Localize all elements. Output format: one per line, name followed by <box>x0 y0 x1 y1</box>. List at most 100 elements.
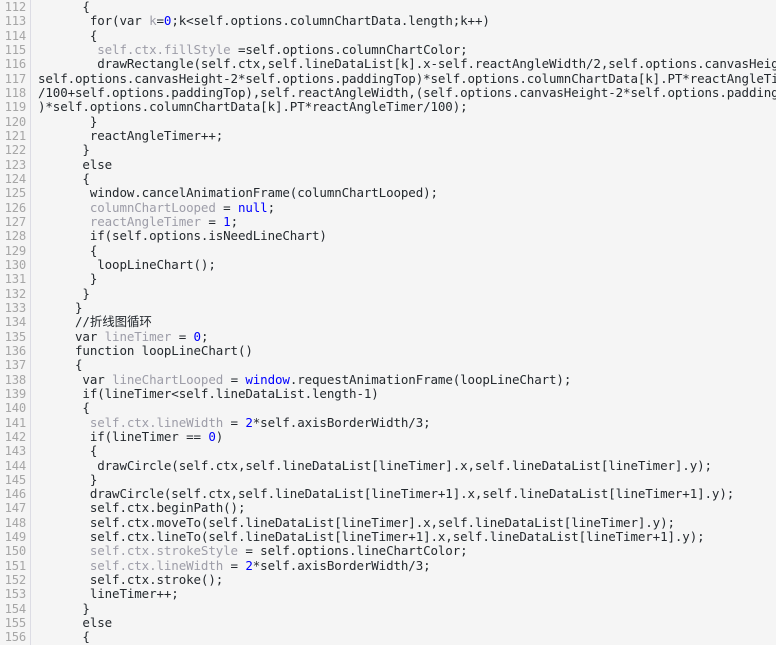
code-token: self.ctx.lineWidth <box>38 557 231 573</box>
code-token: } <box>38 271 98 287</box>
code-line[interactable]: else <box>32 157 776 172</box>
code-line[interactable]: self.ctx.moveTo(self.lineDataList[lineTi… <box>32 515 776 530</box>
code-line[interactable]: } <box>32 285 776 301</box>
code-line[interactable]: columnChartLooped = null; <box>32 199 776 215</box>
code-token: reactAngleTimer++; <box>38 127 224 143</box>
code-line[interactable]: if(self.options.isNeedLineChart) <box>32 229 776 243</box>
code-token: self.ctx.fillStyle <box>38 41 238 57</box>
code-token: /100+self.options.paddingTop),self.react… <box>38 84 776 100</box>
code-token: )*self.options.columnChartData[k].PT*rea… <box>38 99 468 115</box>
code-viewer[interactable]: 112 113 114 115 116 117 118 119 120 121 122 123 124 1… <box>0 0 776 645</box>
code-line[interactable]: //折线图循环 <box>32 315 776 329</box>
code-token: function loopLineChart() <box>38 342 253 358</box>
code-line[interactable]: else <box>32 615 776 630</box>
code-line[interactable]: function loopLineChart() <box>32 342 776 358</box>
code-line[interactable]: window.cancelAnimationFrame(columnChartL… <box>32 186 776 200</box>
code-token: k <box>149 13 157 29</box>
code-token: } <box>38 600 90 616</box>
code-line[interactable]: if(lineTimer == 0) <box>32 428 776 444</box>
line-number: 113 <box>4 14 27 29</box>
line-number: 148 <box>4 515 27 530</box>
code-line[interactable]: var lineTimer = 0; <box>32 328 776 344</box>
code-line[interactable]: { <box>32 401 776 415</box>
line-number: 144 <box>4 458 27 473</box>
code-line[interactable]: if(lineTimer<self.lineDataList.length-1) <box>32 386 776 401</box>
code-line[interactable]: } <box>32 143 776 157</box>
line-number: 154 <box>4 601 27 616</box>
code-line-wrapped[interactable]: )*self.options.columnChartData[k].PT*rea… <box>32 100 776 114</box>
line-number: 125 <box>4 186 27 201</box>
line-number: 149 <box>4 530 27 545</box>
line-number: 126 <box>4 200 27 215</box>
code-token: { <box>38 170 90 186</box>
code-token: var <box>38 328 105 344</box>
line-number: 114 <box>4 28 27 43</box>
code-line[interactable]: { <box>32 358 776 372</box>
code-content-area[interactable]: { for(var k=0;k<self.options.columnChart… <box>32 0 776 645</box>
code-line[interactable]: reactAngleTimer = 1; <box>32 213 776 229</box>
code-token: 2 <box>245 414 253 430</box>
code-line[interactable]: for(var k=0;k<self.options.columnChartDa… <box>32 14 776 28</box>
code-line[interactable]: { <box>32 0 776 14</box>
code-token: = <box>178 328 194 344</box>
code-token: //折线图循环 <box>38 314 152 330</box>
line-number: 123 <box>4 157 27 172</box>
code-line[interactable]: self.ctx.beginPath(); <box>32 501 776 515</box>
code-line[interactable]: } <box>32 472 776 487</box>
code-token: { <box>38 400 90 416</box>
code-line[interactable]: { <box>32 630 776 644</box>
code-token: { <box>38 357 83 373</box>
code-line[interactable]: drawCircle(self.ctx,self.lineDataList[li… <box>32 458 776 473</box>
code-line[interactable]: self.ctx.strokeStyle = self.options.line… <box>32 544 776 558</box>
code-token: 2 <box>245 557 253 573</box>
code-line[interactable]: loopLineChart(); <box>32 257 776 272</box>
code-line[interactable]: } <box>32 299 776 315</box>
code-token: { <box>38 0 90 14</box>
line-number: 142 <box>4 429 27 444</box>
code-token: if(self.options.isNeedLineChart) <box>38 228 327 244</box>
code-line[interactable]: { <box>32 242 776 258</box>
line-number: 141 <box>4 415 27 430</box>
code-token: } <box>38 285 90 301</box>
code-token: { <box>38 27 98 43</box>
code-token: if(lineTimer == <box>38 428 209 444</box>
code-line[interactable]: { <box>32 27 776 43</box>
code-line-wrapped[interactable]: self.options.canvasHeight-2*self.options… <box>32 71 776 86</box>
line-number: 112 <box>4 0 27 14</box>
line-number: 119 <box>4 100 27 115</box>
code-token: self.ctx.strokeStyle <box>38 543 246 559</box>
code-line-wrapped[interactable]: /100+self.options.paddingTop),self.react… <box>32 84 776 100</box>
line-number: 137 <box>4 358 27 373</box>
code-token: } <box>38 299 83 315</box>
code-line[interactable]: lineTimer++; <box>32 587 776 601</box>
line-number: 147 <box>4 501 27 516</box>
code-token: ) <box>215 428 224 444</box>
code-token: reactAngleTimer <box>38 213 209 229</box>
code-line[interactable]: { <box>32 170 776 186</box>
code-token: self.ctx.stroke(); <box>38 572 224 588</box>
code-token: = <box>230 557 246 573</box>
code-line[interactable]: { <box>32 444 776 458</box>
code-line[interactable]: reactAngleTimer++; <box>32 127 776 143</box>
code-line[interactable]: drawCircle(self.ctx,self.lineDataList[li… <box>32 486 776 502</box>
code-token: columnChartLooped <box>38 199 224 215</box>
code-line[interactable]: self.ctx.lineWidth = 2*self.axisBorderWi… <box>32 414 776 430</box>
line-number: 136 <box>4 343 27 358</box>
line-number: 152 <box>4 573 27 588</box>
code-line[interactable]: } <box>32 114 776 129</box>
code-token: { <box>38 242 98 258</box>
line-number: 132 <box>4 286 27 301</box>
code-line[interactable]: self.ctx.lineTo(self.lineDataList[lineTi… <box>32 529 776 544</box>
code-line[interactable]: self.ctx.fillStyle =self.options.columnC… <box>32 41 776 57</box>
code-line[interactable]: } <box>32 600 776 616</box>
code-token: null <box>237 199 268 215</box>
code-line[interactable]: self.ctx.stroke(); <box>32 572 776 588</box>
code-line[interactable]: var lineChartLooped = window.requestAnim… <box>32 372 776 387</box>
line-number: 138 <box>4 372 27 387</box>
code-line[interactable]: drawRectangle(self.ctx,self.lineDataList… <box>32 57 776 71</box>
code-line[interactable]: } <box>32 272 776 286</box>
code-token: drawCircle(self.ctx,self.lineDataList[li… <box>38 486 735 502</box>
code-token: ;k<self.options.columnChartData.length;k… <box>171 13 490 29</box>
line-number: 146 <box>4 487 27 502</box>
code-line[interactable]: self.ctx.lineWidth = 2*self.axisBorderWi… <box>32 557 776 573</box>
